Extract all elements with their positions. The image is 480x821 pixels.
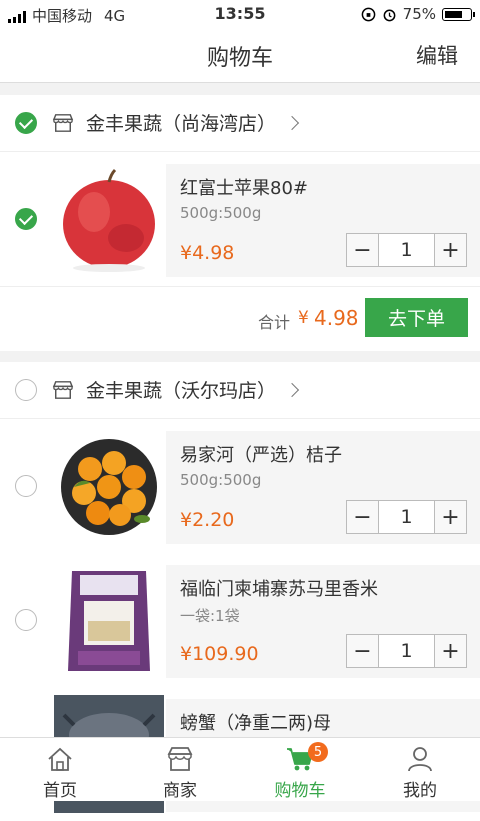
product-price: ¥2.20 [180,509,235,531]
product-price: ¥109.90 [180,643,259,665]
store-select-checkbox[interactable] [15,112,37,134]
shop-icon [52,381,74,399]
product-name: 福临门柬埔寨苏马里香米 [180,579,378,600]
quantity-stepper: − 1 + [346,233,467,267]
product-name: 螃蟹（净重二两)母 [180,713,332,734]
alarm-icon [383,9,396,21]
tab-bar: 首页 商家 5 购物车 我的 [0,737,480,801]
store-name: 金丰果蔬（尚海湾店） [86,113,277,135]
item-card[interactable]: 红富士苹果80# 500g:500g ¥4.98 − 1 + [166,164,480,277]
cart-item: 易家河（严选）桔子 500g:500g ¥2.20 − 1 + [0,419,480,553]
product-spec: 500g:500g [180,471,262,489]
product-name: 红富士苹果80# [180,178,308,199]
nav-bar: 购物车 编辑 [0,28,480,83]
page-title: 购物车 [206,46,273,71]
product-price: ¥4.98 [180,242,235,264]
total-currency: ¥ [298,308,309,328]
quantity-stepper: − 1 + [346,500,467,534]
place-order-button[interactable]: 去下单 [365,298,468,337]
product-name: 易家河（严选）桔子 [180,445,342,466]
minus-button[interactable]: − [347,501,378,533]
tab-profile[interactable]: 我的 [360,738,480,801]
orientation-lock-icon [361,7,375,21]
quantity-value[interactable]: 1 [378,234,435,266]
battery-percent: 75% [402,5,436,23]
product-image-rice[interactable] [54,561,164,679]
cart-item: 红富士苹果80# 500g:500g ¥4.98 − 1 + [0,152,480,286]
tab-cart[interactable]: 5 购物车 [240,738,360,801]
item-select-checkbox[interactable] [15,475,37,497]
person-icon [408,747,432,772]
quantity-value[interactable]: 1 [378,501,435,533]
total-label: 合计 [258,313,291,332]
product-image-apple[interactable] [54,160,164,278]
chevron-right-icon [284,115,300,131]
status-bar: 中国移动 4G 13:55 75% [0,0,480,28]
quantity-stepper: − 1 + [346,634,467,668]
tab-stores[interactable]: 商家 [120,738,240,801]
shop-icon [52,114,74,132]
item-select-checkbox[interactable] [15,609,37,631]
tab-label: 我的 [403,781,437,801]
item-select-checkbox[interactable] [15,208,37,230]
product-spec: 500g:500g [180,204,262,222]
plus-button[interactable]: + [435,635,466,667]
store-select-checkbox[interactable] [15,379,37,401]
minus-button[interactable]: − [347,635,378,667]
store-header[interactable]: 金丰果蔬（尚海湾店） [0,95,480,152]
store-name: 金丰果蔬（沃尔玛店） [86,380,277,402]
tab-label: 商家 [163,781,197,801]
cart-item: 福临门柬埔寨苏马里香米 一袋:1袋 ¥109.90 − 1 + [0,553,480,687]
tab-label: 首页 [43,781,77,801]
item-card[interactable]: 福临门柬埔寨苏马里香米 一袋:1袋 ¥109.90 − 1 + [166,565,480,678]
chevron-right-icon [284,382,300,398]
tab-label: 购物车 [274,781,326,801]
minus-button[interactable]: − [347,234,378,266]
total-value: 4.98 [314,306,359,330]
store-section: 金丰果蔬（尚海湾店） 红富士苹果80# 500g:500g ¥4.98 − 1 … [0,95,480,351]
cart-count-badge: 5 [308,742,328,762]
battery-icon [442,7,475,21]
item-card[interactable]: 易家河（严选）桔子 500g:500g ¥2.20 − 1 + [166,431,480,544]
store-header[interactable]: 金丰果蔬（沃尔玛店） [0,362,480,419]
store-total-row: 合计 ¥ 4.98 去下单 [0,286,480,351]
plus-button[interactable]: + [435,234,466,266]
store-icon [167,747,193,771]
tab-home[interactable]: 首页 [0,738,120,801]
product-spec: 一袋:1袋 [180,607,240,625]
product-image-oranges[interactable] [54,427,164,545]
plus-button[interactable]: + [435,501,466,533]
edit-button[interactable]: 编辑 [416,40,458,70]
quantity-value[interactable]: 1 [378,635,435,667]
home-icon [48,747,72,771]
